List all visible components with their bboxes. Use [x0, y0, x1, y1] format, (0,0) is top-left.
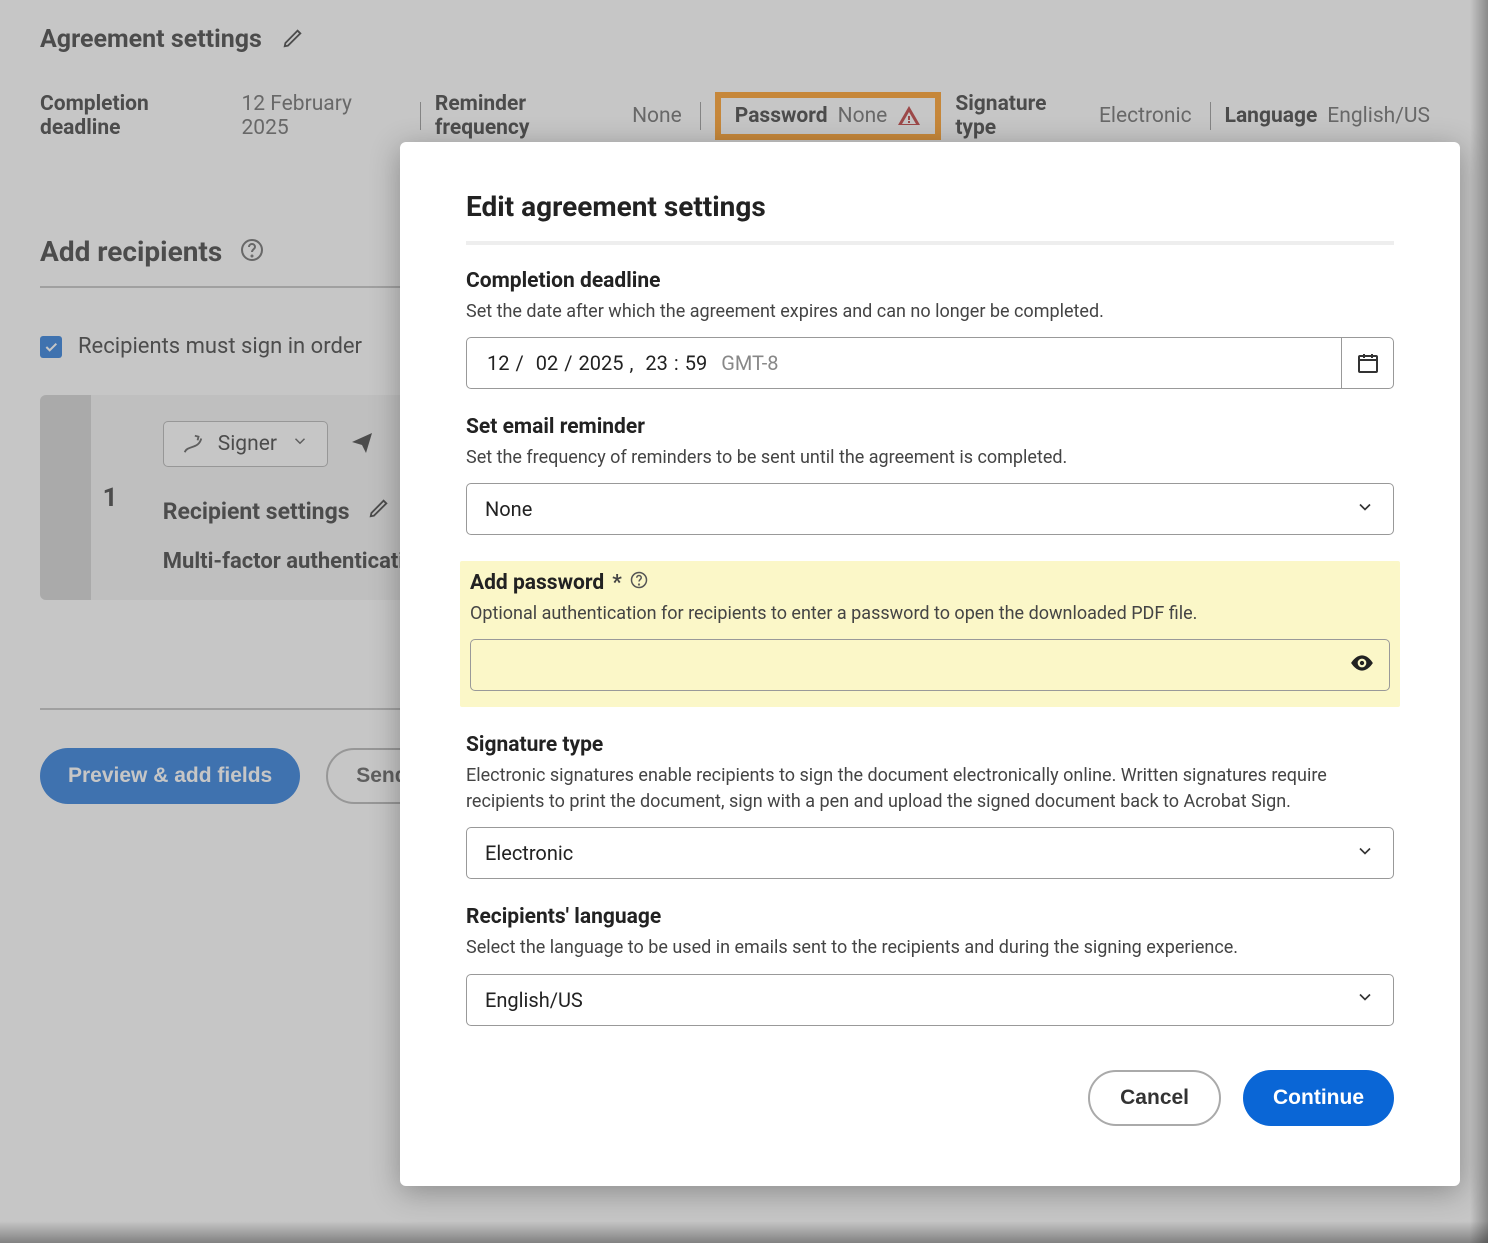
chevron-down-icon	[1355, 497, 1375, 522]
summary-signature-value: Electronic	[1099, 104, 1192, 128]
recipients-language-help: Select the language to be used in emails…	[466, 935, 1394, 961]
password-input[interactable]	[485, 640, 1349, 690]
chevron-down-icon	[1355, 987, 1375, 1012]
calendar-icon[interactable]	[1341, 338, 1393, 388]
completion-deadline-input[interactable]: 12 / 02 / 2025 , 23 : 59 GMT-8	[466, 337, 1394, 389]
completion-deadline-value: 12 / 02 / 2025 , 23 : 59 GMT-8	[467, 351, 798, 375]
email-reminder-label: Set email reminder	[466, 415, 1394, 439]
recipient-role-select[interactable]: Signer	[163, 421, 328, 467]
summary-signature-label: Signature type	[955, 92, 1089, 140]
deadline-year[interactable]: 2025	[579, 351, 624, 375]
recipient-role-label: Signer	[218, 432, 277, 456]
summary-separator	[420, 102, 421, 130]
edit-recipient-icon[interactable]	[368, 497, 390, 525]
summary-deadline-label: Completion deadline	[40, 92, 231, 140]
signature-type-field: Signature type Electronic signatures ena…	[466, 733, 1394, 879]
add-password-label: Add password *	[470, 571, 1390, 595]
sign-order-label: Recipients must sign in order	[78, 334, 362, 359]
summary-separator	[1210, 102, 1211, 130]
email-reminder-help: Set the frequency of reminders to be sen…	[466, 445, 1394, 471]
add-recipients-title: Add recipients	[40, 235, 222, 268]
recipients-language-label: Recipients' language	[466, 905, 1394, 929]
dialog-separator	[466, 241, 1394, 245]
summary-reminder-value: None	[632, 104, 682, 128]
warning-icon	[897, 104, 921, 128]
add-password-help: Optional authentication for recipients t…	[470, 601, 1390, 627]
page-title-row: Agreement settings	[40, 25, 1448, 54]
deadline-hour[interactable]: 23	[645, 351, 667, 375]
email-reminder-field: Set email reminder Set the frequency of …	[466, 415, 1394, 535]
recipient-index: 1	[103, 483, 118, 513]
signature-type-help: Electronic signatures enable recipients …	[466, 763, 1394, 815]
page-title: Agreement settings	[40, 25, 262, 54]
deadline-minute[interactable]: 59	[685, 351, 707, 375]
summary-language-label: Language	[1225, 104, 1318, 128]
recipients-language-select[interactable]: English/US	[466, 974, 1394, 1026]
sign-order-checkbox[interactable]	[40, 336, 62, 358]
add-password-field: Add password * Optional authentication f…	[460, 561, 1400, 707]
add-password-label-text: Add password	[470, 571, 604, 595]
summary-deadline-value: 12 February 2025	[241, 92, 401, 140]
dialog-title: Edit agreement settings	[466, 190, 1394, 223]
summary-password-value: None	[838, 104, 888, 128]
recipient-drag-handle[interactable]	[40, 395, 91, 600]
preview-add-fields-button[interactable]: Preview & add fields	[40, 748, 300, 804]
dialog-button-row: Cancel Continue	[466, 1070, 1394, 1126]
settings-summary-bar: Completion deadline 12 February 2025 Rem…	[40, 92, 1448, 140]
help-icon[interactable]	[630, 571, 648, 595]
summary-reminder-label: Reminder frequency	[435, 92, 622, 140]
continue-button[interactable]: Continue	[1243, 1070, 1394, 1126]
recipients-language-value: English/US	[485, 988, 583, 1012]
show-password-icon[interactable]	[1349, 650, 1375, 680]
recipient-settings-label: Recipient settings	[163, 498, 350, 525]
password-input-wrapper	[470, 639, 1390, 691]
email-reminder-value: None	[485, 497, 532, 521]
summary-reminder: Reminder frequency None	[435, 92, 700, 140]
chevron-down-icon	[291, 432, 309, 456]
completion-deadline-help: Set the date after which the agreement e…	[466, 299, 1394, 325]
recipients-language-field: Recipients' language Select the language…	[466, 905, 1394, 1025]
required-indicator: *	[612, 571, 622, 595]
completion-deadline-label: Completion deadline	[466, 269, 1394, 293]
summary-signature: Signature type Electronic	[955, 92, 1209, 140]
edit-agreement-settings-dialog: Edit agreement settings Completion deadl…	[400, 142, 1460, 1186]
deadline-month[interactable]: 02	[536, 351, 558, 375]
help-icon[interactable]	[240, 238, 264, 266]
cancel-button[interactable]: Cancel	[1088, 1070, 1221, 1126]
signature-type-select[interactable]: Electronic	[466, 827, 1394, 879]
signature-type-value: Electronic	[485, 841, 573, 865]
signature-type-label: Signature type	[466, 733, 1394, 757]
summary-language: Language English/US	[1225, 104, 1448, 128]
email-reminder-select[interactable]: None	[466, 483, 1394, 535]
chevron-down-icon	[1355, 841, 1375, 866]
summary-language-value: English/US	[1327, 104, 1430, 128]
summary-password-label: Password	[735, 104, 828, 128]
send-method-icon[interactable]	[350, 430, 374, 458]
summary-deadline: Completion deadline 12 February 2025	[40, 92, 420, 140]
completion-deadline-field: Completion deadline Set the date after w…	[466, 269, 1394, 389]
edit-settings-icon[interactable]	[282, 27, 304, 53]
deadline-day[interactable]: 12	[487, 351, 509, 375]
summary-password-highlight[interactable]: Password None	[715, 92, 942, 140]
summary-separator	[700, 102, 701, 130]
deadline-timezone: GMT-8	[721, 351, 778, 375]
